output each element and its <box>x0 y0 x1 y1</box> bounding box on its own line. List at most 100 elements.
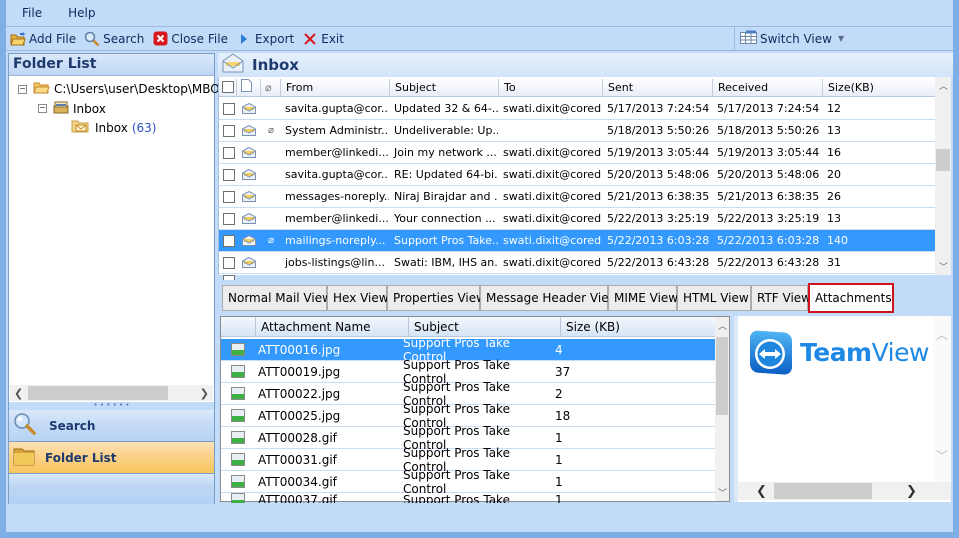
attachment-subject: Support Pros Take Control <box>403 467 510 496</box>
row-checkbox[interactable] <box>223 146 235 159</box>
add-file-button[interactable]: Add File <box>10 31 76 47</box>
cell-from: jobs-listings@lin... <box>285 256 385 269</box>
attachment-size: 1 <box>555 474 563 489</box>
search-button[interactable]: Search <box>84 31 144 47</box>
scroll-down-icon[interactable]: ﹀ <box>718 486 727 499</box>
message-row[interactable]: member@linkedi... Your connection ... swat… <box>219 208 935 230</box>
message-row[interactable]: ⌀ mailings-noreply... Support Pros Take...… <box>219 230 935 252</box>
message-row[interactable]: member@linkedi... Join my network ... swat… <box>219 142 935 164</box>
menu-help[interactable]: Help <box>52 6 105 20</box>
collapse-icon[interactable]: − <box>38 104 47 113</box>
scroll-right-icon[interactable]: ❯ <box>906 484 917 499</box>
col-size[interactable]: Size(KB) <box>823 79 935 96</box>
row-checkbox[interactable] <box>223 275 235 280</box>
exit-button[interactable]: Exit <box>302 31 344 47</box>
message-row[interactable]: messages-noreply... Niraj Birajdar and ..… <box>219 186 935 208</box>
scroll-thumb[interactable] <box>716 337 728 415</box>
scroll-up-icon[interactable]: ︿ <box>718 319 727 332</box>
mail-folder-icon <box>71 119 89 136</box>
scroll-up-icon[interactable]: ︿ <box>936 326 948 343</box>
attachment-list-vscrollbar[interactable]: ︿ ﹀ <box>715 317 729 501</box>
preview-vscrollbar[interactable]: ︿ ﹀ <box>933 316 951 482</box>
message-row[interactable]: ⌀ System Administr... Undeliverable: Up...… <box>219 120 935 142</box>
nav-folder-list-button[interactable]: Folder List <box>9 442 214 474</box>
tab-html-view[interactable]: HTML View <box>677 285 751 311</box>
row-checkbox[interactable] <box>223 234 235 247</box>
menu-file[interactable]: File <box>6 6 52 20</box>
tree-root-label: C:\Users\user\Desktop\MBOX <box>54 82 228 96</box>
row-checkbox[interactable] <box>223 256 235 269</box>
col-att-subject[interactable]: Subject <box>409 317 561 336</box>
row-checkbox[interactable] <box>223 190 235 203</box>
col-subject[interactable]: Subject <box>390 79 499 96</box>
tab-hex-view[interactable]: Hex View <box>327 285 389 311</box>
cell-sent: 5/18/2013 5:50:26 ... <box>607 124 712 137</box>
scroll-thumb[interactable] <box>936 149 950 171</box>
cell-received: 5/22/2013 3:25:19 ... <box>717 212 822 225</box>
col-att-size[interactable]: Size (KB) <box>561 317 715 336</box>
export-label: Export <box>254 31 295 46</box>
tab-message-header-view[interactable]: Message Header View <box>480 285 618 311</box>
attachment-size: 1 <box>555 430 563 445</box>
export-button[interactable]: Export <box>236 31 294 47</box>
message-row[interactable]: savita.gupta@cor... RE: Updated 64-bi... s… <box>219 164 935 186</box>
message-list-header: ⌀ From Subject To Sent Received Size(KB) <box>219 79 935 97</box>
open-folder-icon <box>33 81 50 97</box>
attachment-size: 18 <box>555 408 571 423</box>
cell-to: swati.dixit@cored... <box>503 212 602 225</box>
splitter-grip[interactable]: • • • • • • <box>9 402 214 410</box>
switch-view-button[interactable]: Switch View ▼ <box>734 27 953 50</box>
col-received[interactable]: Received <box>713 79 823 96</box>
row-checkbox[interactable] <box>223 102 235 115</box>
message-row[interactable]: jobs-listings@lin... Swati: IBM, IHS an..… <box>219 252 935 274</box>
collapse-icon[interactable]: − <box>18 84 27 94</box>
cell-size: 31 <box>827 256 841 269</box>
tab-normal-mail-view[interactable]: Normal Mail View <box>222 285 332 311</box>
close-file-button[interactable]: Close File <box>152 31 228 47</box>
doc-type-col[interactable] <box>237 79 261 96</box>
tab-rtf-view[interactable]: RTF View <box>751 285 811 311</box>
export-arrow-icon <box>236 31 252 47</box>
message-row[interactable]: savita.gupta@cor... Updated 32 & 64-... sw… <box>219 98 935 120</box>
scroll-thumb[interactable] <box>28 386 168 400</box>
attachment-name: ATT00034.gif <box>258 474 337 489</box>
tab-properties-view[interactable]: Properties View <box>387 285 486 311</box>
tree-node-inbox-store[interactable]: − Inbox <box>38 100 106 117</box>
nav-pane-footer <box>9 474 214 504</box>
nav-search-button[interactable]: Search <box>9 410 214 442</box>
col-to[interactable]: To <box>499 79 603 96</box>
preview-hscrollbar[interactable]: ❮ ❯ <box>738 482 951 500</box>
envelope-icon <box>242 190 256 202</box>
scroll-down-icon[interactable]: ﹀ <box>939 260 948 273</box>
attachment-col[interactable]: ⌀ <box>261 79 281 96</box>
folder-tree-hscrollbar[interactable]: ❮ ❯ <box>10 385 213 401</box>
tree-node-root[interactable]: − C:\Users\user\Desktop\MBOX <box>18 81 227 97</box>
envelope-icon <box>242 212 256 224</box>
select-all-checkbox-col[interactable] <box>219 79 237 96</box>
scroll-thumb[interactable] <box>774 483 872 499</box>
row-checkbox[interactable] <box>223 168 235 181</box>
cell-from: mailings-noreply... <box>285 234 386 247</box>
tree-node-inbox-folder[interactable]: Inbox (63) <box>71 119 156 136</box>
tab-attachments[interactable]: Attachments <box>808 283 894 313</box>
scroll-right-icon[interactable]: ❯ <box>200 387 209 400</box>
scroll-left-icon[interactable]: ❮ <box>14 387 23 400</box>
menu-bar: File Help <box>6 0 953 26</box>
attachment-row[interactable]: ATT00034.gif Support Pros Take Control 1 <box>221 467 715 496</box>
col-from[interactable]: From <box>281 79 390 96</box>
scroll-down-icon[interactable]: ﹀ <box>936 447 948 464</box>
col-attachment-name[interactable]: Attachment Name <box>256 317 409 336</box>
attachment-row[interactable]: ATT00037.gif Support Pros Take Control 1 <box>221 493 715 503</box>
row-checkbox[interactable] <box>223 212 235 225</box>
cell-size: 13 <box>827 212 841 225</box>
tab-mime-view[interactable]: MIME View <box>608 285 678 311</box>
search-label: Search <box>103 31 145 46</box>
message-row-partial[interactable] <box>219 274 935 280</box>
envelope-icon <box>242 102 256 114</box>
nav-folder-list-label: Folder List <box>45 450 117 465</box>
col-sent[interactable]: Sent <box>603 79 713 96</box>
message-list-vscrollbar[interactable]: ︿ ﹀ <box>935 77 951 275</box>
row-checkbox[interactable] <box>223 124 235 137</box>
scroll-up-icon[interactable]: ︿ <box>939 79 948 92</box>
scroll-left-icon[interactable]: ❮ <box>756 484 767 499</box>
